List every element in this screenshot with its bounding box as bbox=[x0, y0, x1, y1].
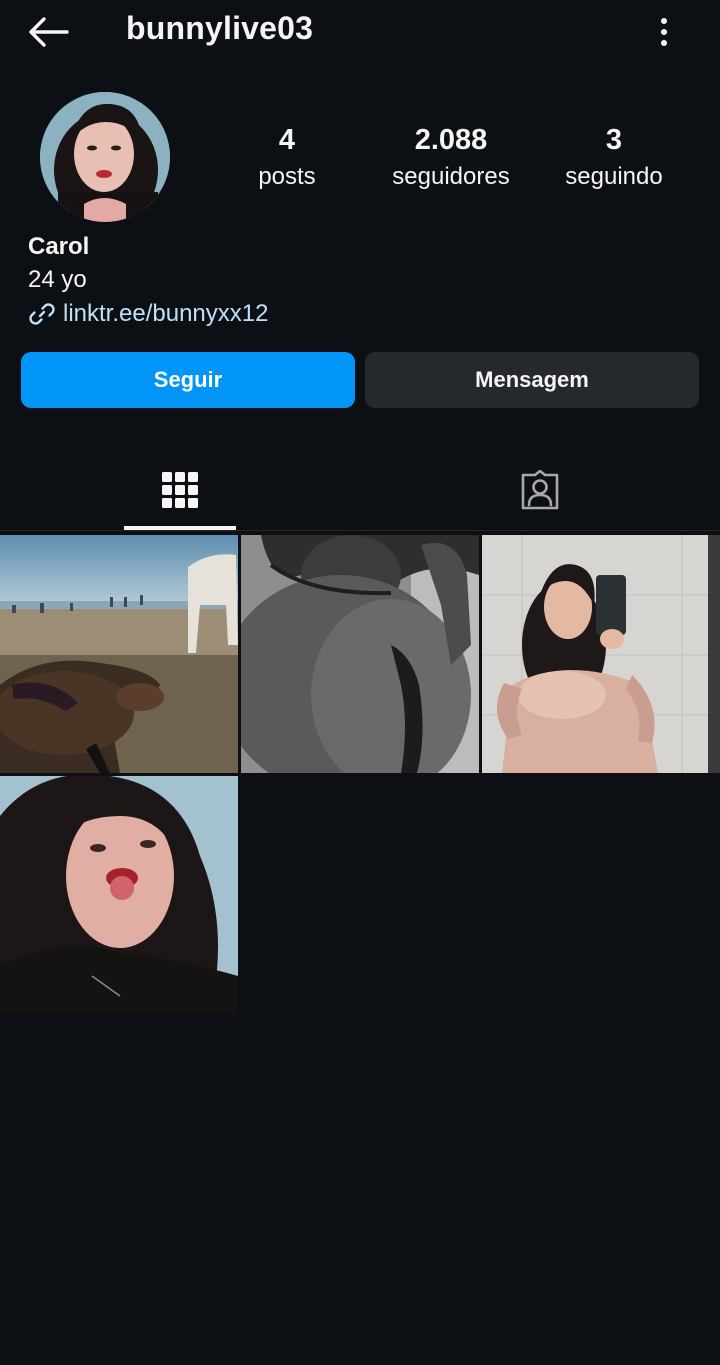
followers-count: 2.088 bbox=[414, 124, 488, 156]
profile-bio: 24 yo bbox=[28, 266, 87, 293]
followers-label: seguidores bbox=[392, 163, 510, 190]
following-count: 3 bbox=[605, 124, 623, 156]
top-bar: bunnylive03 bbox=[0, 0, 720, 64]
more-vertical-icon bbox=[661, 18, 667, 46]
tab-tagged[interactable] bbox=[360, 450, 720, 530]
post-thumbnail[interactable] bbox=[241, 535, 479, 773]
arrow-left-icon bbox=[29, 17, 69, 47]
tab-posts-grid[interactable] bbox=[0, 450, 360, 530]
profile-link[interactable]: linktr.ee/bunnyxx12 bbox=[28, 300, 268, 328]
tabs-divider bbox=[0, 530, 720, 531]
profile-avatar[interactable] bbox=[40, 92, 170, 222]
options-button[interactable] bbox=[648, 12, 680, 52]
follow-button[interactable]: Seguir bbox=[21, 352, 355, 408]
post-thumbnail[interactable] bbox=[482, 535, 720, 773]
profile-display-name: Carol bbox=[28, 233, 90, 260]
back-button[interactable] bbox=[22, 12, 74, 52]
message-button[interactable]: Mensagem bbox=[365, 352, 699, 408]
posts-count: 4 bbox=[278, 124, 296, 156]
link-icon bbox=[28, 300, 56, 328]
following-label: seguindo bbox=[565, 163, 663, 190]
tagged-user-icon bbox=[521, 470, 559, 510]
profile-link-text: linktr.ee/bunnyxx12 bbox=[63, 300, 269, 327]
stat-followers[interactable]: 2.088 seguidores bbox=[366, 122, 536, 194]
posts-label: posts bbox=[258, 163, 316, 190]
stat-following[interactable]: 3 seguindo bbox=[529, 122, 699, 194]
profile-screen: bunnylive03 4 posts 2.088 seguidores 3 s… bbox=[0, 0, 720, 1365]
profile-username: bunnylive03 bbox=[126, 10, 314, 46]
grid-icon bbox=[162, 472, 198, 508]
post-thumbnail[interactable] bbox=[0, 535, 238, 773]
post-thumbnail[interactable] bbox=[0, 776, 238, 1014]
stat-posts[interactable]: 4 posts bbox=[202, 122, 372, 194]
